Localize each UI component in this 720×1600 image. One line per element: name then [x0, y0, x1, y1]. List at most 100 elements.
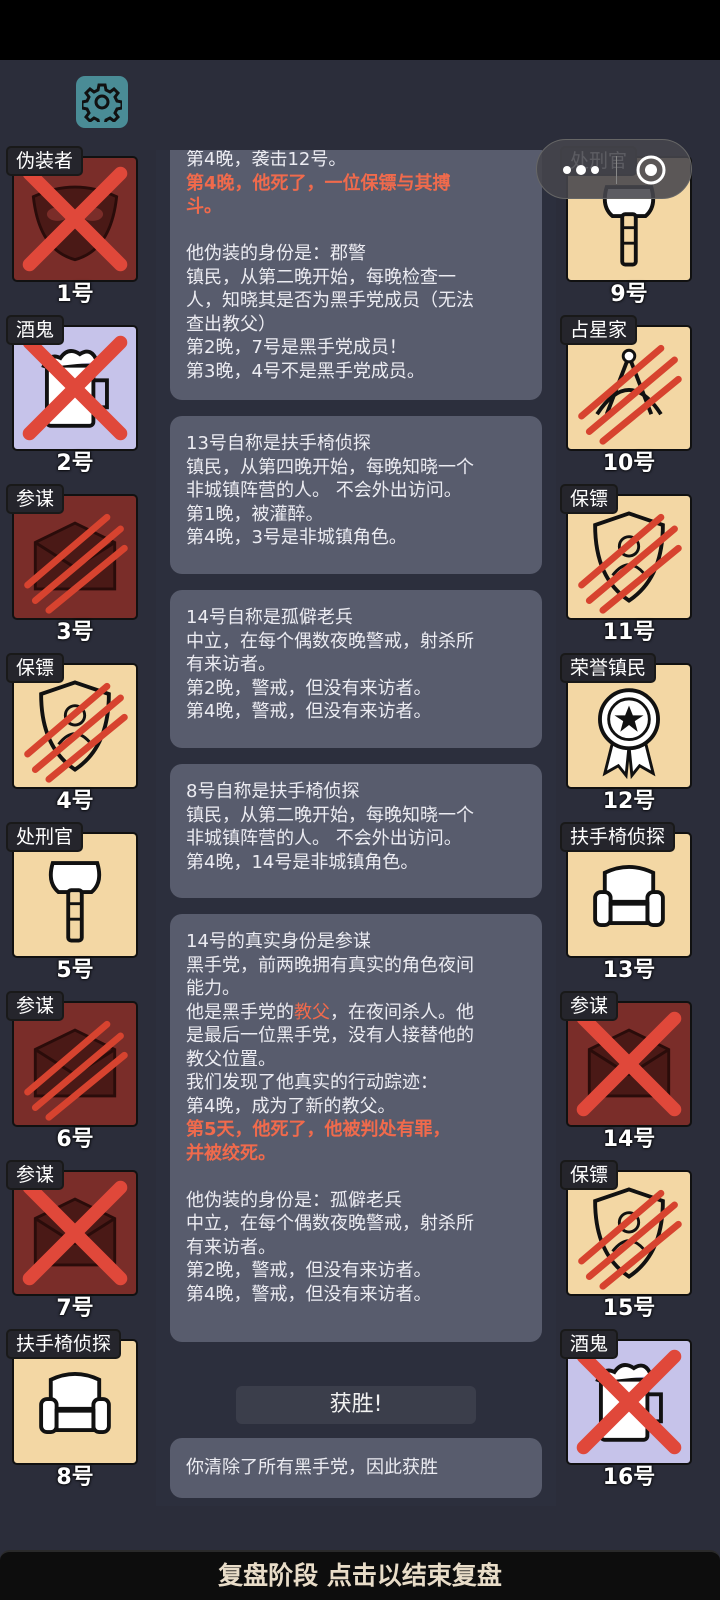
log-line: 镇民，从第二晚开始，每晚知晓一个 — [186, 804, 474, 826]
log-line: 镇民，从第四晚开始，每晚知晓一个 — [186, 456, 474, 478]
player-card[interactable]: 处刑官 5号 — [4, 822, 142, 986]
role-label: 占星家 — [560, 315, 638, 345]
player-card[interactable]: 扶手椅侦探 8号 — [4, 1329, 142, 1493]
log-line: 教父位置。 — [186, 1048, 276, 1070]
role-label: 保镖 — [560, 484, 619, 514]
seat-number: 9号 — [610, 282, 648, 307]
log-line: 中立，在每个偶数夜晚警戒，射杀所 — [186, 630, 474, 652]
role-label: 扶手椅侦探 — [6, 1329, 122, 1359]
role-label: 酒鬼 — [6, 315, 65, 345]
log-line: 中立，在每个偶数夜晚警戒，射杀所 — [186, 1213, 474, 1234]
role-label: 保镖 — [6, 653, 65, 683]
log-line: 第4晚，3号是非城镇角色。 — [186, 527, 407, 548]
log-line: 第4晚，成为了新的教父。 — [186, 1095, 396, 1117]
seat-number: 4号 — [56, 789, 94, 814]
log-line: 他是黑手党的教父，在夜间杀人。他 — [186, 1001, 474, 1023]
seat-number: 13号 — [602, 958, 656, 983]
role-label: 酒鬼 — [560, 1329, 619, 1359]
role-label: 参谋 — [6, 484, 65, 514]
seat-number: 11号 — [602, 620, 656, 645]
log-message: 8号自称是扶手椅侦探 镇民，从第二晚开始，每晚知晓一个 非城镇阵营的人。 不会外… — [170, 764, 542, 898]
more-icon[interactable] — [559, 158, 603, 182]
log-line: 第2晚，7号是黑手党成员！ — [186, 337, 407, 358]
seat-number: 8号 — [56, 1465, 94, 1490]
gear-icon — [82, 83, 122, 122]
log-line: 第4晚，14号是非城镇角色。 — [186, 851, 419, 873]
player-card[interactable]: 参谋 14号 — [558, 991, 696, 1155]
seat-number: 16号 — [602, 1465, 656, 1490]
player-card[interactable]: 参谋 6号 — [4, 991, 142, 1155]
log-line: 第4晚，警戒，但没有来访者。 — [186, 1283, 432, 1305]
role-label: 参谋 — [560, 991, 619, 1021]
log-line-death: 斗。 — [186, 196, 222, 217]
log-line: 第3晚，4号不是黑手党成员。 — [186, 360, 425, 382]
log-line: 我们发现了他真实的行动踪迹： — [186, 1072, 438, 1093]
log-line: 能力。 — [186, 978, 240, 999]
capsule-divider — [616, 156, 617, 184]
log-line: 黑手党，前两晚拥有真实的角色夜间 — [186, 954, 474, 976]
player-card[interactable]: 保镖 4号 — [4, 653, 142, 817]
log-message: 14号的真实身份是参谋 黑手党，前两晚拥有真实的角色夜间 能力。 他是黑手党的教… — [170, 914, 542, 1342]
log-line: 第2晚，警戒，但没有来访者。 — [186, 1260, 432, 1281]
seat-number: 6号 — [56, 1127, 94, 1152]
player-card[interactable]: 保镖 11号 — [558, 484, 696, 648]
seat-number: 15号 — [602, 1296, 656, 1321]
log-line: 非城镇阵营的人。 不会外出访问。 — [186, 828, 462, 849]
close-miniprogram-icon[interactable] — [635, 154, 667, 186]
role-label: 参谋 — [6, 991, 65, 1021]
log-message: 14号自称是孤僻老兵 中立，在每个偶数夜晚警戒，射杀所 有来访者。 第2晚，警戒… — [170, 590, 542, 748]
seat-number: 14号 — [602, 1127, 656, 1152]
seat-number: 2号 — [56, 451, 94, 476]
log-line-death: 第5天，他死了，他被判处有罪， — [186, 1119, 451, 1140]
log-line: 人，知晓其是否为黑手党成员（无法 — [186, 290, 474, 311]
log-line: 是最后一位黑手党，没有人接替他的 — [186, 1025, 474, 1046]
log-line-death: 第4晚，他死了，一位保镖与其搏 — [186, 172, 451, 194]
log-line: 14号的真实身份是参谋 — [186, 931, 371, 952]
seat-number: 10号 — [602, 451, 656, 476]
log-line: 他伪装的身份是：郡警 — [186, 243, 366, 264]
settings-button[interactable] — [76, 76, 128, 128]
player-card[interactable]: 保镖 15号 — [558, 1160, 696, 1324]
log-line: 13号自称是扶手椅侦探 — [186, 433, 371, 454]
seat-number: 7号 — [56, 1296, 94, 1321]
log-line: 非城镇阵营的人。 不会外出访问。 — [186, 480, 462, 501]
status-bar — [0, 0, 720, 60]
player-card[interactable]: 伪装者 1号 — [4, 146, 142, 310]
log-line: 镇民，从第二晚开始，每晚检查一 — [186, 266, 456, 288]
player-card[interactable]: 占星家 10号 — [558, 315, 696, 479]
role-label: 处刑官 — [6, 822, 84, 852]
log-message: 第4晚，袭击12号。 第4晚，他死了，一位保镖与其搏 斗。 他伪装的身份是：郡警… — [170, 150, 542, 400]
log-message: 13号自称是扶手椅侦探 镇民，从第四晚开始，每晚知晓一个 非城镇阵营的人。 不会… — [170, 416, 542, 574]
role-label: 扶手椅侦探 — [560, 822, 676, 852]
miniprogram-capsule — [536, 139, 692, 199]
log-line: 查出教父） — [186, 313, 276, 335]
player-card[interactable]: 酒鬼 2号 — [4, 315, 142, 479]
seat-number: 12号 — [602, 789, 656, 814]
result-message: 你清除了所有黑手党，因此获胜 — [170, 1438, 542, 1498]
role-label: 参谋 — [6, 1160, 65, 1190]
victory-banner: 获胜! — [236, 1386, 476, 1424]
seat-number: 5号 — [56, 958, 94, 983]
log-line: 第4晚，警戒，但没有来访者。 — [186, 701, 432, 722]
log-line: 第4晚，袭击12号。 — [186, 150, 347, 170]
seat-number: 3号 — [56, 620, 94, 645]
player-card[interactable]: 扶手椅侦探 13号 — [558, 822, 696, 986]
log-line: 他伪装的身份是：孤僻老兵 — [186, 1189, 402, 1211]
player-card[interactable]: 荣誉镇民 12号 — [558, 653, 696, 817]
role-label: 伪装者 — [6, 146, 84, 176]
player-card[interactable]: 参谋 3号 — [4, 484, 142, 648]
role-label: 保镖 — [560, 1160, 619, 1190]
seat-number: 1号 — [56, 282, 94, 307]
log-line: 第2晚，警戒，但没有来访者。 — [186, 677, 432, 699]
log-line: 8号自称是扶手椅侦探 — [186, 781, 360, 802]
role-label: 荣誉镇民 — [560, 653, 657, 683]
end-replay-button[interactable]: 复盘阶段 点击以结束复盘 — [0, 1550, 720, 1600]
log-line: 有来访者。 — [186, 1236, 276, 1258]
godfather-highlight: 教父 — [294, 1001, 330, 1023]
log-line: 14号自称是孤僻老兵 — [186, 607, 353, 628]
replay-log[interactable]: 第4晚，袭击12号。 第4晚，他死了，一位保镖与其搏 斗。 他伪装的身份是：郡警… — [156, 150, 556, 1506]
result-line: 你清除了所有黑手党，因此获胜 — [186, 1457, 438, 1478]
player-card[interactable]: 参谋 7号 — [4, 1160, 142, 1324]
player-card[interactable]: 酒鬼 16号 — [558, 1329, 696, 1493]
log-line-death: 并被绞死。 — [186, 1142, 276, 1164]
